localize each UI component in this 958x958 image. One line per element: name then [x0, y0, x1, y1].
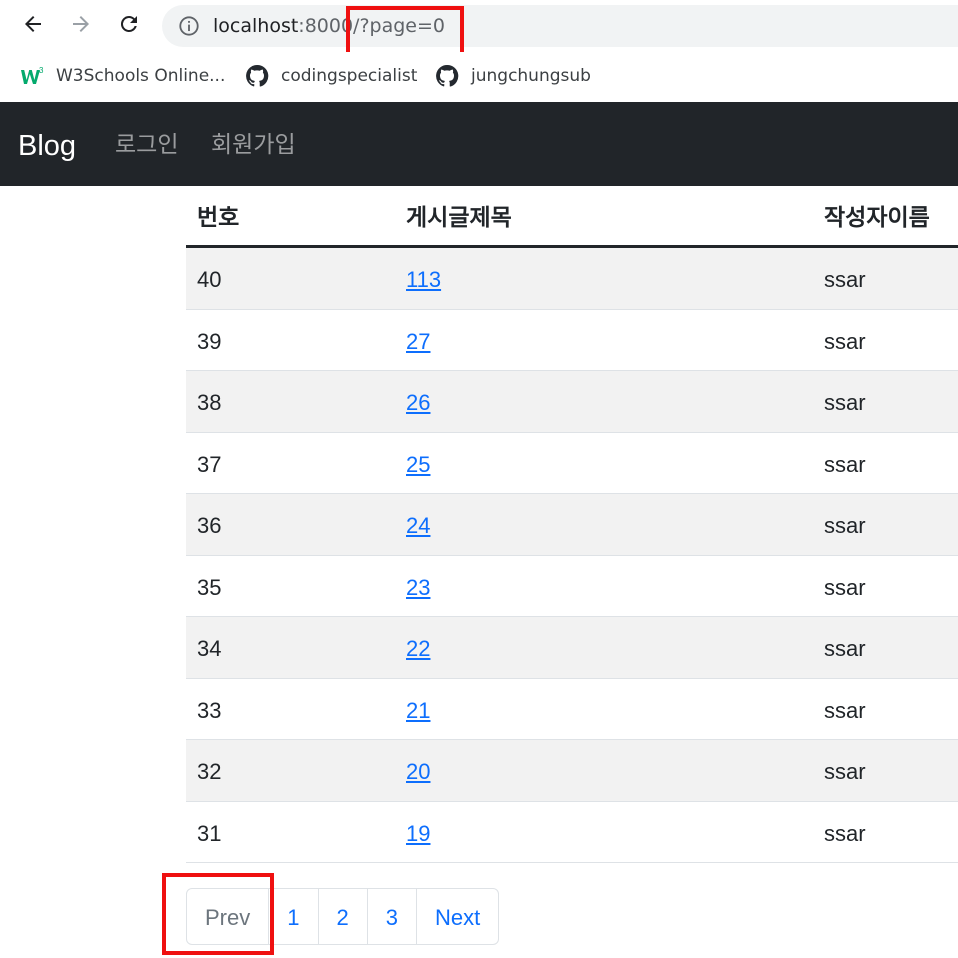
cell-number: 37	[197, 451, 222, 477]
post-title-link[interactable]: 24	[406, 513, 430, 538]
cell-author: ssar	[824, 636, 866, 661]
post-title-link[interactable]: 22	[406, 636, 430, 661]
cell-title: 25	[406, 433, 430, 494]
cell-title: 27	[406, 310, 430, 371]
bookmark-w3schools[interactable]: 3 W3Schools Online...	[20, 63, 225, 89]
info-icon[interactable]	[178, 15, 200, 37]
post-title-link[interactable]: 21	[406, 698, 430, 723]
cell-number: 38	[197, 390, 222, 415]
reload-icon	[120, 15, 137, 32]
page-link-2[interactable]: 2	[317, 888, 368, 945]
post-title-link[interactable]: 27	[406, 329, 430, 354]
prev-highlight-box	[162, 873, 274, 955]
cell-title: 26	[406, 371, 430, 432]
cell-title: 21	[406, 679, 430, 740]
table-row: 35 23 ssar	[186, 556, 958, 617]
column-header-number: 번호	[197, 204, 240, 230]
github-icon	[246, 64, 269, 87]
table-row: 34 22 ssar	[186, 617, 958, 679]
cell-title: 19	[406, 802, 430, 863]
cell-author: ssar	[824, 697, 866, 723]
cell-number: 31	[197, 820, 222, 846]
arrow-right-icon	[73, 16, 89, 32]
next-button[interactable]: Next	[416, 888, 500, 945]
reload-button[interactable]	[114, 9, 144, 39]
cell-number: 34	[197, 636, 222, 661]
url-host: localhost	[213, 15, 299, 37]
cell-author: ssar	[824, 513, 866, 538]
table-row: 37 25 ssar	[186, 433, 958, 494]
post-title-link[interactable]: 19	[406, 821, 430, 846]
cell-number: 33	[197, 697, 222, 723]
board-table: 번호 게시글제목 작성자이름 40 113 ssar 39 27 ssar 38 26 ssar…	[186, 186, 958, 863]
bookmark-label: W3Schools Online...	[56, 66, 226, 86]
w3schools-icon: 3	[21, 66, 44, 84]
cell-number: 36	[197, 513, 222, 538]
cell-number: 39	[197, 328, 222, 354]
bookmark-label: jungchungsub	[471, 66, 591, 86]
table-row: 40 113 ssar	[186, 248, 958, 310]
cell-title: 20	[406, 740, 430, 801]
table-row: 39 27 ssar	[186, 310, 958, 371]
bookmark-jungchungsub[interactable]: jungchungsub	[435, 63, 591, 89]
post-title-link[interactable]: 113	[406, 267, 441, 292]
cell-number: 35	[197, 574, 222, 600]
post-title-link[interactable]: 26	[406, 390, 430, 415]
cell-author: ssar	[824, 451, 866, 477]
page-link-3[interactable]: 3	[366, 888, 417, 945]
column-header-title: 게시글제목	[406, 204, 512, 230]
bookmarks-bar: 3 W3Schools Online... codingspecialist j…	[0, 52, 958, 100]
nav-link-signup[interactable]: 회원가입	[211, 102, 296, 186]
forward-button[interactable]	[66, 9, 96, 39]
bookmark-codingspecialist[interactable]: codingspecialist	[245, 63, 417, 89]
cell-number: 40	[197, 267, 222, 292]
github-icon	[436, 64, 459, 87]
table-body: 40 113 ssar 39 27 ssar 38 26 ssar 37 25 ssar 36 24 ssa…	[186, 248, 958, 863]
cell-author: ssar	[824, 390, 866, 415]
table-row: 31 19 ssar	[186, 802, 958, 863]
table-row: 33 21 ssar	[186, 679, 958, 740]
post-title-link[interactable]: 25	[406, 452, 430, 477]
cell-author: ssar	[824, 759, 866, 784]
url-highlight-box	[346, 6, 464, 56]
app-navbar: Blog 로그인 회원가입	[0, 102, 958, 186]
arrow-left-icon	[25, 16, 41, 32]
table-row: 38 26 ssar	[186, 371, 958, 433]
bookmark-label: codingspecialist	[281, 66, 418, 86]
cell-author: ssar	[824, 574, 866, 600]
nav-link-login[interactable]: 로그인	[115, 102, 178, 186]
column-header-author: 작성자이름	[824, 204, 930, 230]
table-header: 번호 게시글제목 작성자이름	[186, 186, 958, 248]
browser-toolbar: localhost:8000/?page=0	[0, 0, 958, 52]
cell-title: 22	[406, 617, 430, 678]
cell-number: 32	[197, 759, 222, 784]
navbar-brand[interactable]: Blog	[18, 102, 76, 186]
cell-author: ssar	[824, 820, 866, 846]
cell-title: 113	[406, 248, 441, 309]
cell-title: 24	[406, 494, 430, 555]
back-button[interactable]	[18, 9, 48, 39]
table-row: 36 24 ssar	[186, 494, 958, 556]
table-row: 32 20 ssar	[186, 740, 958, 802]
post-title-link[interactable]: 20	[406, 759, 430, 784]
page-link-1[interactable]: 1	[268, 888, 319, 945]
svg-text:3: 3	[39, 66, 44, 75]
cell-author: ssar	[824, 267, 866, 292]
cell-author: ssar	[824, 328, 866, 354]
cell-title: 23	[406, 556, 430, 617]
post-title-link[interactable]: 23	[406, 575, 430, 600]
address-bar[interactable]: localhost:8000/?page=0	[162, 5, 958, 47]
